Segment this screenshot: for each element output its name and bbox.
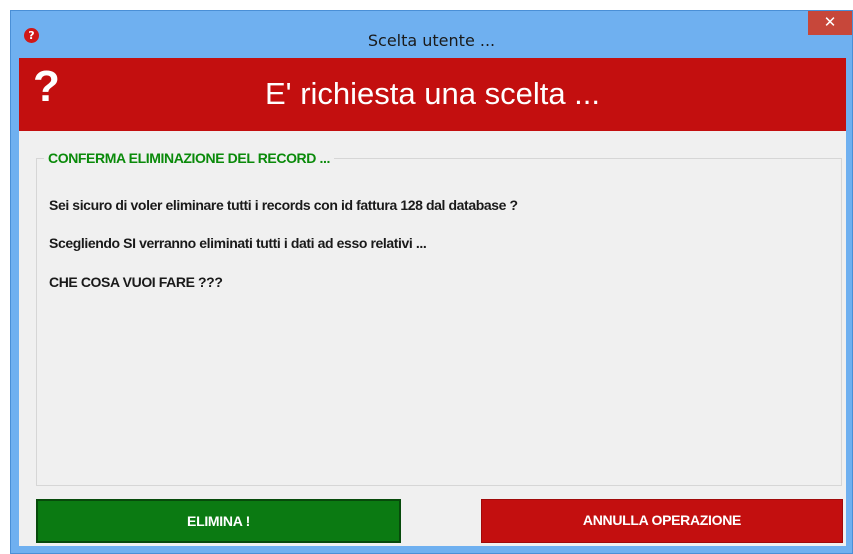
cancel-button[interactable]: ANNULLA OPERAZIONE <box>481 499 843 543</box>
consequence-text: Scegliendo SI verranno eliminati tutti i… <box>49 235 427 251</box>
confirm-question-text: Sei sicuro di voler eliminare tutti i re… <box>49 197 518 213</box>
dialog-window: ? Scelta utente ... ✕ ? E' richiesta una… <box>10 10 853 554</box>
delete-button[interactable]: ELIMINA ! <box>36 499 401 543</box>
dialog-body: ? E' richiesta una scelta ... CONFERMA E… <box>19 58 846 546</box>
title-bar[interactable]: ? Scelta utente ... ✕ <box>11 11 852 58</box>
header-banner: ? E' richiesta una scelta ... <box>19 58 846 131</box>
close-button[interactable]: ✕ <box>808 11 852 35</box>
banner-heading: E' richiesta una scelta ... <box>264 76 601 111</box>
confirm-groupbox: CONFERMA ELIMINAZIONE DEL RECORD ... Sei… <box>36 150 842 486</box>
window-title: Scelta utente ... <box>367 31 496 50</box>
close-icon: ✕ <box>823 13 837 31</box>
prompt-text: CHE COSA VUOI FARE ??? <box>49 274 223 290</box>
groupbox-legend: CONFERMA ELIMINAZIONE DEL RECORD ... <box>44 150 334 166</box>
